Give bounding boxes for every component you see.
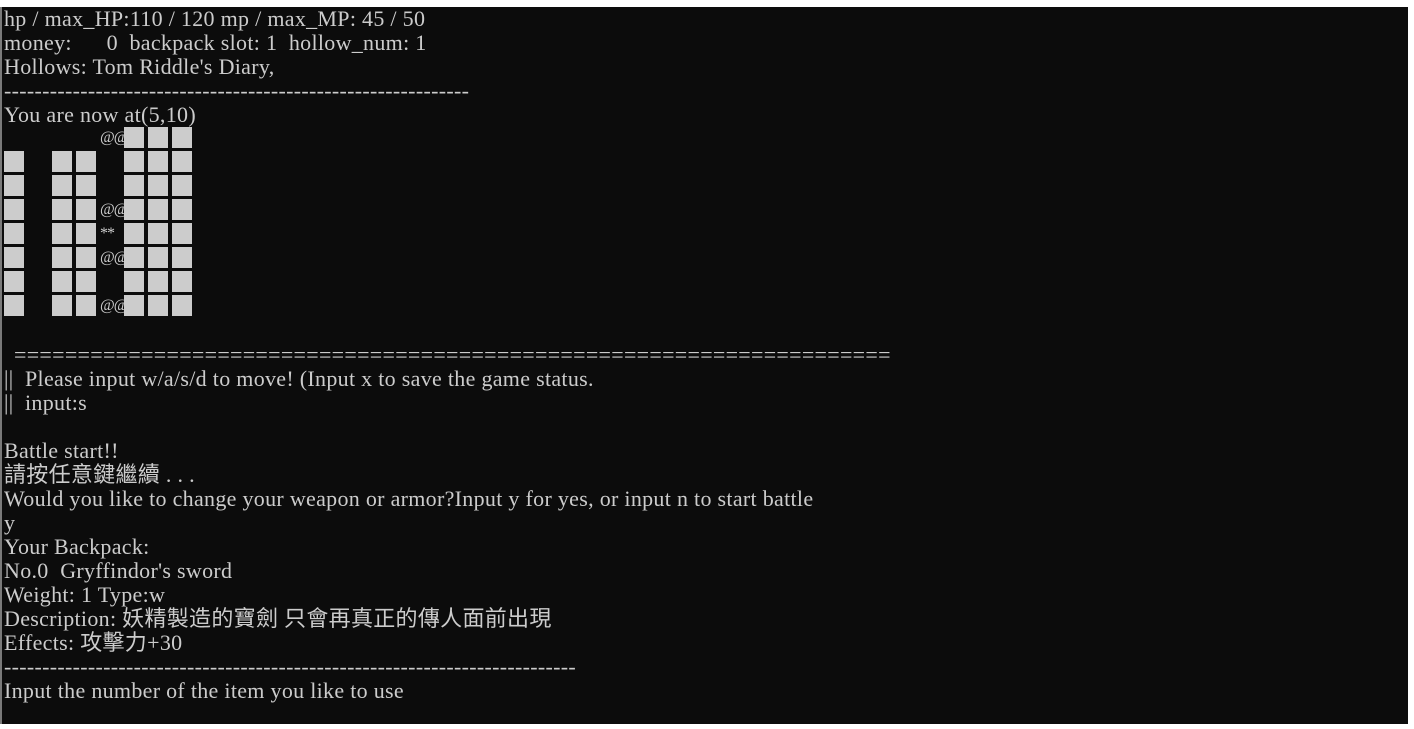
press-any-key-text: 請按任意鍵繼續 . . . (4, 462, 195, 487)
map-wall-cell (76, 151, 96, 172)
move-input-echo: || input:s (4, 390, 88, 415)
map-wall-cell (76, 175, 96, 196)
map-wall-cell (148, 295, 168, 316)
map-wall-cell (52, 295, 72, 316)
map-wall-cell (4, 247, 24, 268)
map-player-marker: @@ (100, 201, 128, 218)
money-backpack-status: money: 0 backpack slot: 1 hollow_num: 1 (4, 30, 427, 55)
window-left-border (0, 7, 2, 729)
map-wall-cell (76, 295, 96, 316)
hollows-status: Hollows: Tom Riddle's Diary, (4, 54, 275, 79)
map-wall-cell (52, 175, 72, 196)
map-wall-cell (76, 247, 96, 268)
map-wall-cell (148, 151, 168, 172)
map-wall-cell (172, 295, 192, 316)
map-player-marker: @@ (100, 129, 128, 146)
map-wall-cell (52, 151, 72, 172)
map-wall-cell (148, 199, 168, 220)
map-wall-cell (172, 247, 192, 268)
map-wall-cell (124, 247, 144, 268)
map-enemy-marker: ** (100, 225, 115, 242)
map-wall-cell (52, 199, 72, 220)
map-wall-cell (172, 127, 192, 148)
map-wall-cell (4, 199, 24, 220)
backpack-item-description: Description: 妖精製造的寶劍 只會再真正的傳人面前出現 (4, 606, 552, 631)
map-wall-cell (76, 271, 96, 292)
prompt-border: ========================================… (14, 342, 891, 367)
map-wall-cell (148, 127, 168, 148)
map-wall-cell (172, 199, 192, 220)
map-wall-cell (124, 199, 144, 220)
backpack-title: Your Backpack: (4, 534, 150, 559)
map-wall-cell (4, 175, 24, 196)
hp-mp-status: hp / max_HP:110 / 120 mp / max_MP: 45 / … (4, 6, 426, 31)
map-wall-cell (4, 223, 24, 244)
map-wall-cell (124, 295, 144, 316)
use-item-prompt[interactable]: Input the number of the item you like to… (4, 679, 404, 703)
window-right-border (1408, 7, 1414, 729)
map-player-marker: @@ (100, 249, 128, 266)
map-wall-cell (4, 151, 24, 172)
battle-start-text: Battle start!! (4, 438, 119, 463)
map-wall-cell (52, 247, 72, 268)
map-wall-cell (172, 271, 192, 292)
backpack-item-effects: Effects: 攻擊力+30 (4, 630, 183, 655)
map-wall-cell (124, 151, 144, 172)
map-wall-cell (148, 247, 168, 268)
map-wall-cell (52, 271, 72, 292)
map-wall-cell (148, 271, 168, 292)
map-player-marker: @@ (100, 297, 128, 314)
map-wall-cell (76, 223, 96, 244)
map-wall-cell (172, 223, 192, 244)
change-equipment-answer: y (4, 510, 16, 535)
change-equipment-question: Would you like to change your weapon or … (4, 486, 814, 511)
map-wall-cell (4, 271, 24, 292)
backpack-item-header: No.0 Gryffindor's sword (4, 558, 233, 583)
map-wall-cell (172, 151, 192, 172)
status-divider: ----------------------------------------… (4, 78, 470, 103)
map-wall-cell (124, 223, 144, 244)
map-wall-cell (148, 223, 168, 244)
location-text: You are now at(5,10) (4, 102, 196, 127)
window-bottom-border (0, 724, 1408, 729)
backpack-divider: ----------------------------------------… (4, 654, 576, 679)
move-instruction: || Please input w/a/s/d to move! (Input … (4, 366, 594, 391)
map-wall-cell (4, 295, 24, 316)
map-wall-cell (148, 175, 168, 196)
map-wall-cell (124, 127, 144, 148)
map-wall-cell (172, 175, 192, 196)
map-wall-cell (124, 271, 144, 292)
backpack-item-weight-type: Weight: 1 Type:w (4, 582, 166, 607)
map-wall-cell (76, 199, 96, 220)
map-wall-cell (124, 175, 144, 196)
map-wall-cell (52, 223, 72, 244)
